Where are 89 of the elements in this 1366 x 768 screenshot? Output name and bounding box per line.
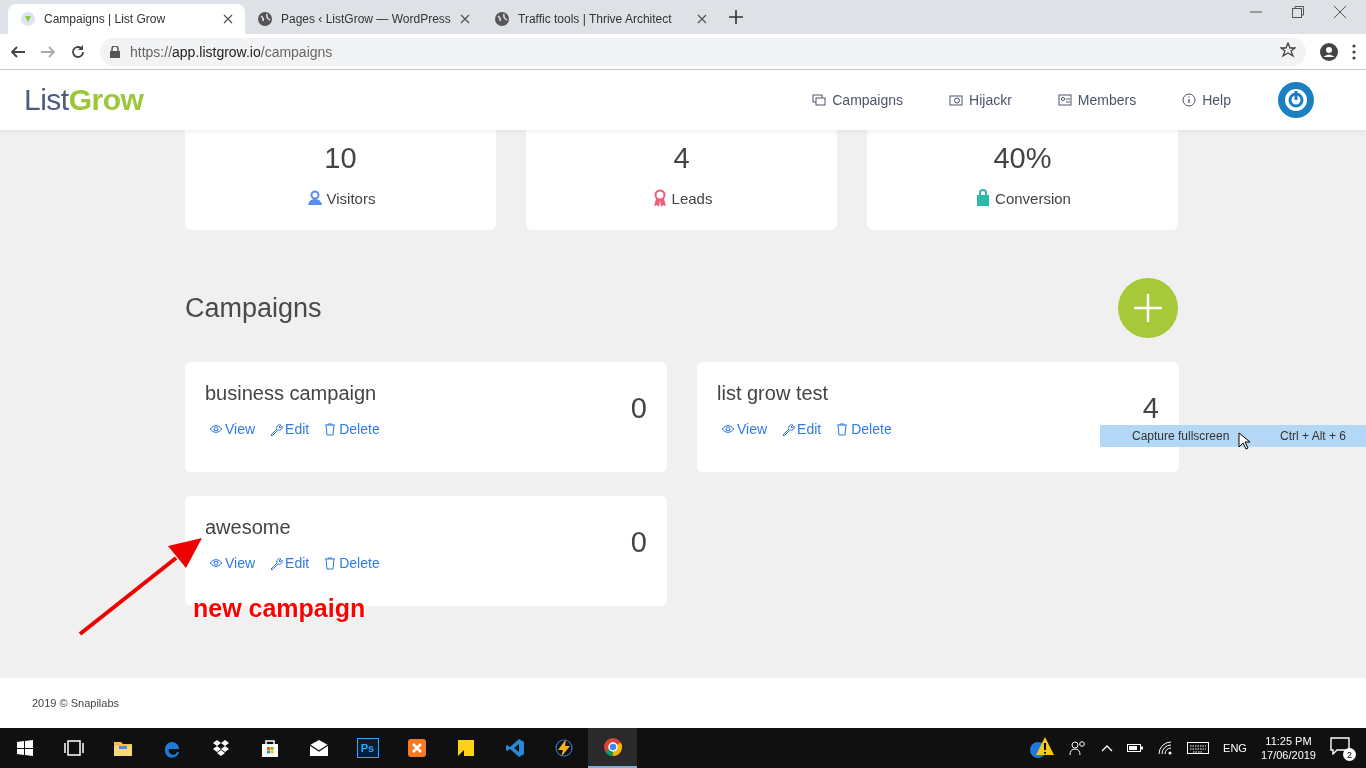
action-link[interactable]: Edit (781, 421, 822, 437)
lightning-icon (553, 738, 574, 758)
stat-value: 40% (993, 142, 1052, 175)
close-icon (223, 14, 233, 24)
campaign-name: awesome (205, 516, 291, 539)
warning-icon (1029, 736, 1056, 760)
close-icon (460, 14, 470, 24)
close-icon (1334, 6, 1346, 18)
language-indicator[interactable]: ENG (1223, 742, 1247, 754)
nav-link[interactable]: Campaigns (812, 92, 904, 108)
globe-icon (257, 11, 273, 27)
plus-icon (1133, 293, 1163, 323)
action-link[interactable]: View (209, 555, 256, 571)
tooltip-shortcut: Ctrl + Alt + 6 (1279, 429, 1346, 443)
browser-tab[interactable]: Campaigns | List Grow (8, 4, 245, 34)
trash-icon (835, 422, 850, 436)
section-title: Campaigns (185, 292, 322, 324)
tooltip-label: Capture fullscreen (1132, 429, 1230, 443)
restore-icon (1292, 6, 1304, 18)
notification-count: 2 (1343, 748, 1356, 761)
info-icon (1182, 93, 1197, 107)
action-link[interactable]: Delete (835, 421, 892, 437)
stat-value: 10 (324, 142, 357, 175)
reload-icon (70, 43, 86, 60)
trash-icon (323, 556, 338, 570)
taskbar-app[interactable]: Ps (343, 728, 392, 768)
battery-icon (1127, 743, 1144, 753)
lead-count: 0 (630, 526, 647, 559)
sticky-note-icon (455, 738, 476, 758)
clock-time[interactable]: 11:25 PM (1265, 735, 1312, 747)
people-icon (1069, 740, 1088, 756)
address-bar[interactable]: https://app.listgrow.io/campaigns (100, 37, 1306, 66)
keyboard-icon (1187, 741, 1210, 755)
back-icon (10, 43, 26, 60)
stat-label: Leads (671, 189, 713, 207)
windows-icon (812, 93, 827, 107)
photoshop-logo-icon: Ps (356, 738, 379, 758)
stat-label: Conversion (995, 189, 1071, 207)
account-icon (1320, 42, 1338, 61)
nav-link[interactable]: Members (1057, 92, 1137, 108)
globe-icon (494, 11, 510, 27)
camera-icon (949, 93, 964, 107)
browser-tab[interactable]: Pages ‹ ListGrow — WordPress (245, 4, 482, 34)
wrench-icon (269, 556, 284, 570)
annotation-label: new campaign (193, 594, 366, 623)
task-view-icon (63, 738, 84, 758)
lock-icon (110, 45, 120, 58)
chevron-up-icon (1101, 744, 1114, 752)
lead-count: 4 (1142, 392, 1159, 425)
wifi-icon (1157, 741, 1174, 755)
plus-icon (729, 10, 743, 24)
forward-icon (40, 43, 56, 60)
eye-icon (721, 422, 735, 436)
stat-value: 4 (673, 142, 690, 175)
clock-date[interactable]: 17/06/2019 (1260, 749, 1316, 761)
envelope-icon (308, 738, 329, 758)
code-editor-icon (504, 738, 525, 758)
xampp-logo-icon (406, 738, 427, 758)
action-link[interactable]: View (721, 421, 768, 437)
browser-tab[interactable]: Traffic tools | Thrive Architect (482, 4, 719, 34)
action-link[interactable]: Delete (323, 555, 380, 571)
chrome-logo-icon (602, 737, 623, 757)
logo[interactable]: ListGrow (24, 83, 144, 117)
wrench-icon (269, 422, 284, 436)
url-text: https://app.listgrow.io/campaigns (130, 43, 333, 60)
star-icon (1280, 42, 1296, 58)
eye-icon (209, 422, 223, 436)
id-card-icon (1057, 93, 1072, 107)
copyright-text: 2019 © Snapilabs (32, 697, 119, 709)
cursor-icon (1238, 432, 1250, 450)
shopping-bag-icon (259, 738, 280, 758)
more-icon (1352, 43, 1356, 60)
action-link[interactable]: Delete (323, 421, 380, 437)
nav-link[interactable]: Hijackr (949, 92, 1012, 108)
stat-label: Visitors (326, 189, 376, 207)
nav-link[interactable]: Help (1182, 92, 1231, 108)
lead-count: 0 (630, 392, 647, 425)
action-link[interactable]: Edit (269, 555, 310, 571)
close-icon (697, 14, 707, 24)
power-button[interactable] (1278, 82, 1314, 118)
campaign-name: business campaign (205, 382, 377, 405)
trash-icon (323, 422, 338, 436)
wrench-icon (781, 422, 796, 436)
action-link[interactable]: Edit (269, 421, 310, 437)
taskbar-app[interactable] (588, 728, 637, 768)
eye-icon (209, 556, 223, 570)
action-link[interactable]: View (209, 421, 256, 437)
campaign-name: list grow test (717, 382, 829, 405)
windows-logo-icon (16, 740, 33, 756)
